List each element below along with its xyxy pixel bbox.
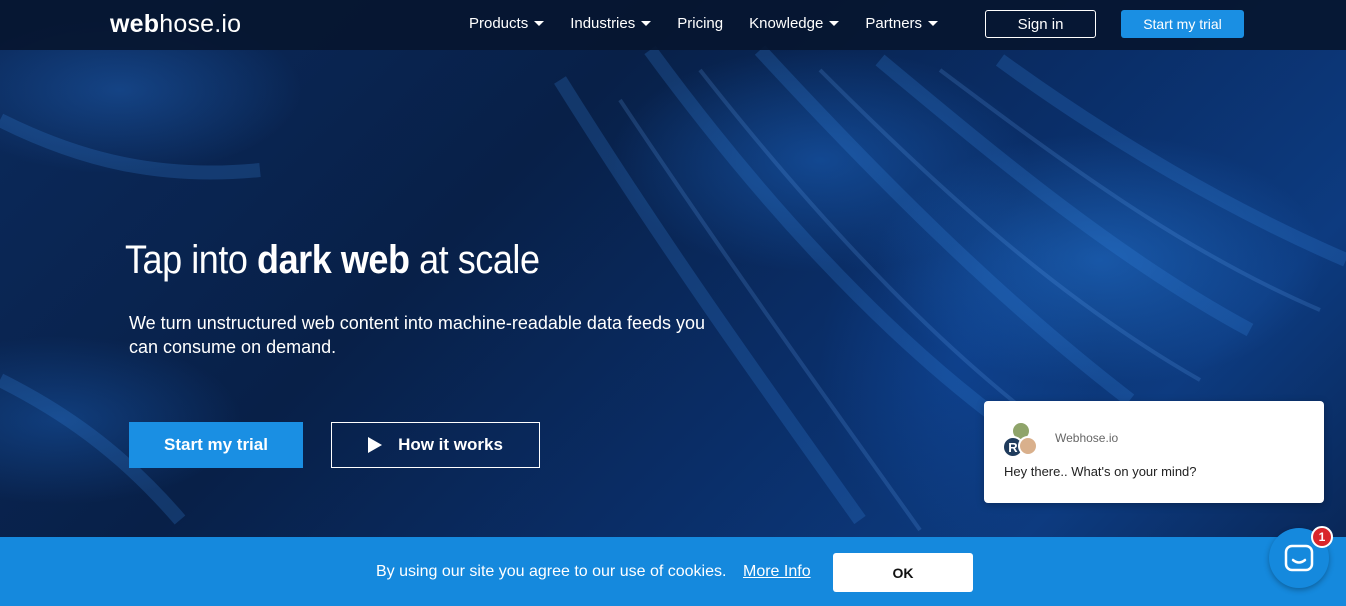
chat-bubble-icon [1284, 544, 1314, 572]
logo-bold: web [110, 10, 160, 38]
headline-pre: Tap into [125, 238, 258, 282]
start-trial-nav-button[interactable]: Start my trial [1121, 10, 1244, 38]
nav-item-label: Partners [865, 15, 923, 32]
how-it-works-button[interactable]: How it works [331, 422, 540, 468]
nav-item-products[interactable]: Products [469, 15, 545, 32]
nav-item-label: Knowledge [749, 15, 824, 32]
fiber-texture [0, 45, 1346, 532]
unread-badge: 1 [1311, 526, 1333, 548]
chat-sender-name: Webhose.io [1055, 431, 1119, 445]
cookie-text: By using our site you agree to our use o… [376, 563, 727, 580]
hero-background [0, 0, 1346, 606]
chat-message-popup[interactable]: R Webhose.io Hey there.. What's on your … [984, 401, 1324, 503]
agent-avatars: R [1002, 421, 1038, 458]
chevron-down-icon [534, 21, 545, 26]
cookie-ok-button[interactable]: OK [833, 553, 973, 592]
chevron-down-icon [928, 21, 939, 26]
chevron-down-icon [641, 21, 652, 26]
cookie-banner: By using our site you agree to our use o… [0, 537, 1346, 606]
nav-item-label: Products [469, 15, 529, 32]
nav-item-pricing[interactable]: Pricing [677, 15, 723, 32]
more-info-link[interactable]: More Info [743, 563, 811, 581]
start-trial-button[interactable]: Start my trial [129, 422, 303, 468]
headline-bold: dark web [257, 238, 410, 282]
avatar [1018, 436, 1038, 456]
logo-light: hose.io [159, 10, 242, 38]
play-icon [368, 437, 383, 453]
how-it-works-label: How it works [398, 435, 503, 454]
hero-subtitle: We turn unstructured web content into ma… [129, 313, 706, 357]
nav-item-knowledge[interactable]: Knowledge [749, 15, 840, 32]
nav-menu: Products Industries Pricing Knowledge Pa… [469, 15, 964, 32]
nav-item-partners[interactable]: Partners [865, 15, 939, 32]
sign-in-button[interactable]: Sign in [985, 10, 1096, 38]
nav-item-industries[interactable]: Industries [570, 15, 652, 32]
webhose-logo[interactable]: webhose.io [110, 10, 241, 39]
chat-message-text: Hey there.. What's on your mind? [1004, 464, 1197, 479]
headline-post: at scale [409, 238, 540, 282]
nav-item-label: Industries [570, 15, 636, 32]
chevron-down-icon [829, 21, 840, 26]
nav-item-label: Pricing [677, 15, 724, 32]
top-nav: webhose.io Products Industries Pricing K… [0, 0, 1346, 50]
hero-headline: Tap into dark web at scale [125, 238, 540, 283]
